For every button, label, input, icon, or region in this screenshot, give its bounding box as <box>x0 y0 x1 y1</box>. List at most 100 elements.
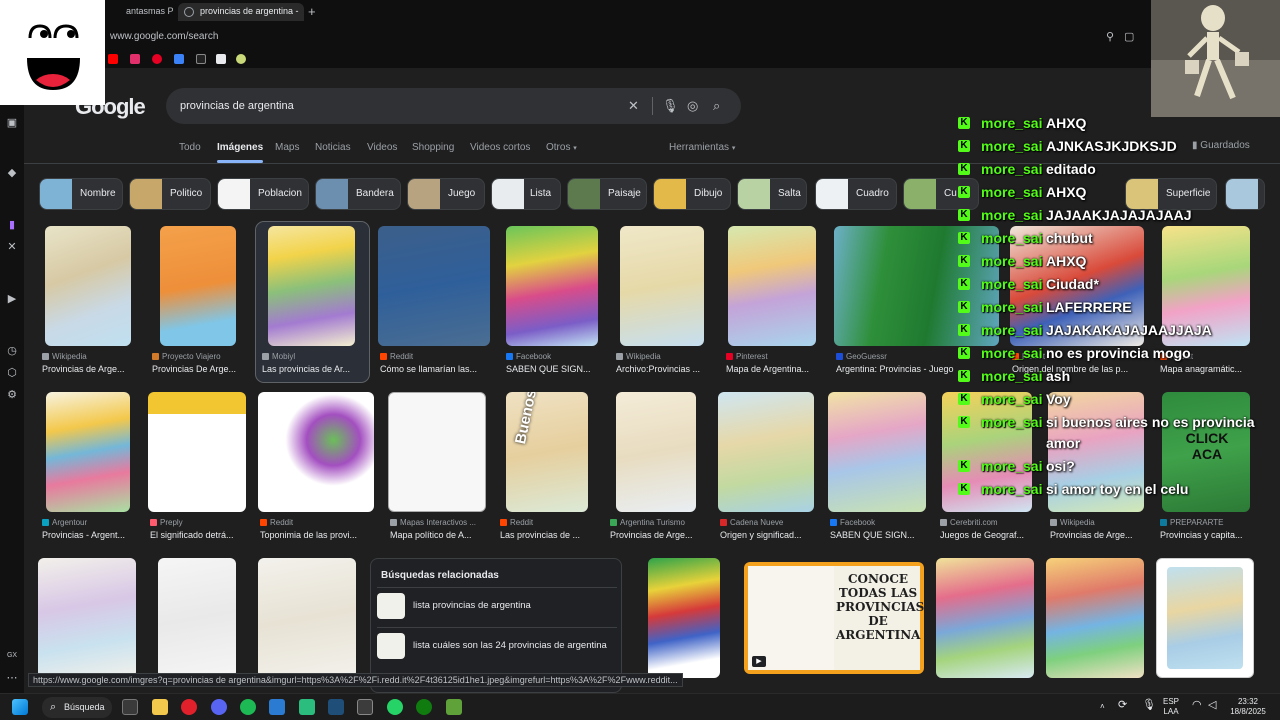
result-caption[interactable]: Provincias de Arge... <box>1050 530 1146 540</box>
related-item[interactable]: lista cuáles son las 24 provincias de ar… <box>377 627 617 663</box>
chip-poblacion[interactable]: Poblacion <box>217 178 309 210</box>
clear-icon[interactable]: ✕ <box>628 98 639 114</box>
result-thumbnail[interactable] <box>1046 558 1144 678</box>
result-caption[interactable]: Provincias de Arge... <box>42 364 136 374</box>
bookmark-icon[interactable] <box>236 54 246 64</box>
tab-noticias[interactable]: Noticias <box>315 142 351 153</box>
result-thumbnail[interactable] <box>258 392 374 512</box>
wifi-icon[interactable]: ◠ <box>1192 700 1202 711</box>
result-caption[interactable]: Argentina: Provincias - Juego <box>836 364 999 374</box>
lens-icon[interactable]: ◎ <box>687 98 698 114</box>
more-icon[interactable]: ⋯ <box>6 672 18 684</box>
chip-bandera[interactable]: Bandera <box>315 178 401 210</box>
settings-icon[interactable] <box>357 699 373 715</box>
chip-lista[interactable]: Lista <box>491 178 561 210</box>
mic-icon[interactable]: 🎙 <box>662 98 679 114</box>
image-result[interactable] <box>1046 558 1144 693</box>
image-result[interactable]: Reddit Toponimia de las provi... <box>258 392 376 544</box>
result-thumbnail[interactable] <box>268 226 355 346</box>
result-caption[interactable]: Las provincias de Ar... <box>262 364 364 374</box>
result-thumbnail[interactable] <box>258 558 356 678</box>
sync-icon[interactable]: ⟳ <box>1118 700 1127 711</box>
result-caption[interactable]: Juegos de Geograf... <box>940 530 1036 540</box>
mic-icon[interactable]: 🎙 <box>1142 700 1156 711</box>
result-thumbnail[interactable] <box>45 226 131 346</box>
image-result[interactable]: GeoGuessr Argentina: Provincias - Juego <box>834 226 999 378</box>
xbox-icon[interactable] <box>416 699 432 715</box>
result-thumbnail[interactable] <box>718 392 814 512</box>
tools-button[interactable]: Herramientas ▾ <box>669 142 735 153</box>
clock-icon[interactable]: ◷ <box>6 345 18 357</box>
result-thumbnail[interactable] <box>648 558 720 678</box>
result-caption[interactable]: Provincias De Arge... <box>152 364 246 374</box>
image-result[interactable]: Argentour Provincias - Argent... <box>42 392 136 544</box>
steam-icon[interactable] <box>328 699 344 715</box>
saved-button[interactable]: ▮ Guardados <box>1192 140 1250 151</box>
photos-icon[interactable] <box>269 699 285 715</box>
document-bookmark-icon[interactable] <box>216 54 226 64</box>
result-caption[interactable]: Toponimia de las provi... <box>260 530 376 540</box>
instagram-bookmark-icon[interactable] <box>130 54 140 64</box>
chip-superficie[interactable]: Superficie <box>1125 178 1217 210</box>
result-caption[interactable]: SABEN QUE SIGN... <box>830 530 926 540</box>
image-result[interactable]: Facebook SABEN QUE SIGN... <box>504 226 600 378</box>
image-result-selected[interactable]: Mobiyl Las provincias de Ar... <box>255 221 370 383</box>
tab-maps[interactable]: Maps <box>275 142 299 153</box>
result-thumbnail[interactable] <box>1156 558 1254 678</box>
image-result[interactable]: Buenos Aires Reddit Las provincias de ..… <box>498 392 596 544</box>
result-thumbnail[interactable] <box>728 226 816 346</box>
settings-icon[interactable]: ⚙ <box>6 389 18 401</box>
result-thumbnail[interactable]: Buenos Aires <box>506 392 588 512</box>
image-result[interactable]: Wikipedia Archivo:Provincias ... <box>614 226 710 378</box>
result-thumbnail[interactable] <box>46 392 130 512</box>
result-thumbnail[interactable] <box>616 392 696 512</box>
related-item[interactable]: lista provincias de argentina <box>377 587 617 623</box>
chip-more[interactable] <box>1225 178 1265 210</box>
result-caption[interactable]: Origen y significad... <box>720 530 816 540</box>
image-result[interactable]: Preply El significado detrá... <box>148 392 246 544</box>
tiktok-bookmark-icon[interactable] <box>196 54 206 64</box>
clock[interactable]: 23:32 18/8/2025 <box>1226 697 1270 717</box>
tab-antasmas[interactable]: antasmas PERTU <box>104 3 174 21</box>
whatsapp-icon[interactable] <box>387 699 403 715</box>
image-result[interactable]: Facebook SABEN QUE SIGN... <box>828 392 926 544</box>
spotify-icon[interactable] <box>240 699 256 715</box>
result-thumbnail[interactable] <box>378 226 490 346</box>
windows-start-icon[interactable] <box>12 699 28 715</box>
gx-icon[interactable]: GX <box>6 650 18 662</box>
image-result[interactable] <box>1156 558 1254 693</box>
result-caption[interactable]: Mapa anagramátic... <box>1160 364 1254 374</box>
tab-search-icon[interactable]: ▢ <box>1124 30 1134 43</box>
minecraft-icon[interactable] <box>446 699 462 715</box>
image-result[interactable]: Reddit Cómo se llamarían las... <box>378 226 490 378</box>
volume-icon[interactable]: ◁ <box>1208 700 1216 711</box>
image-result[interactable] <box>936 558 1034 693</box>
result-caption[interactable]: Las provincias de ... <box>500 530 596 540</box>
image-result[interactable]: CONOCE TODAS LAS PROVINCIAS DE ARGENTINA… <box>744 558 924 693</box>
chip-salta[interactable]: Salta <box>737 178 807 210</box>
sidebar-icon[interactable]: ▣ <box>6 117 18 129</box>
result-caption[interactable]: SABEN QUE SIGN... <box>506 364 600 374</box>
chevron-up-icon[interactable]: ˄ <box>1100 702 1105 712</box>
taskbar-search[interactable]: ⌕ Búsqueda <box>42 697 112 718</box>
result-caption[interactable]: Provincias de Arge... <box>610 530 706 540</box>
tab-shopping[interactable]: Shopping <box>412 142 454 153</box>
result-thumbnail[interactable] <box>620 226 704 346</box>
result-thumbnail[interactable]: CONOCE TODAS LAS PROVINCIAS DE ARGENTINA… <box>744 562 924 674</box>
tab-google-search[interactable]: provincias de argentina - <box>178 3 304 21</box>
tab-videos-cortos[interactable]: Videos cortos <box>470 142 530 153</box>
image-result[interactable]: Argentina Turismo Provincias de Arge... <box>608 392 706 544</box>
search-input[interactable]: provincias de argentina <box>180 100 294 112</box>
result-caption[interactable]: Archivo:Provincias ... <box>616 364 710 374</box>
image-result[interactable]: Cadena Nueve Origen y significad... <box>718 392 816 544</box>
image-result[interactable]: Mapas Interactivos ... Mapa político de … <box>388 392 486 544</box>
result-thumbnail[interactable] <box>158 558 236 678</box>
url-field[interactable]: www.google.com/search <box>110 31 218 42</box>
result-caption[interactable]: Mapa de Argentina... <box>726 364 820 374</box>
image-result[interactable]: Wikipedia Provincias de Arge... <box>40 226 136 378</box>
image-result[interactable]: Proyecto Viajero Provincias De Arge... <box>150 226 246 378</box>
chip-paisaje[interactable]: Paisaje <box>567 178 647 210</box>
result-caption[interactable]: Provincias y capita... <box>1160 530 1256 540</box>
chip-juego[interactable]: Juego <box>407 178 485 210</box>
chip-dibujo[interactable]: Dibujo <box>653 178 731 210</box>
